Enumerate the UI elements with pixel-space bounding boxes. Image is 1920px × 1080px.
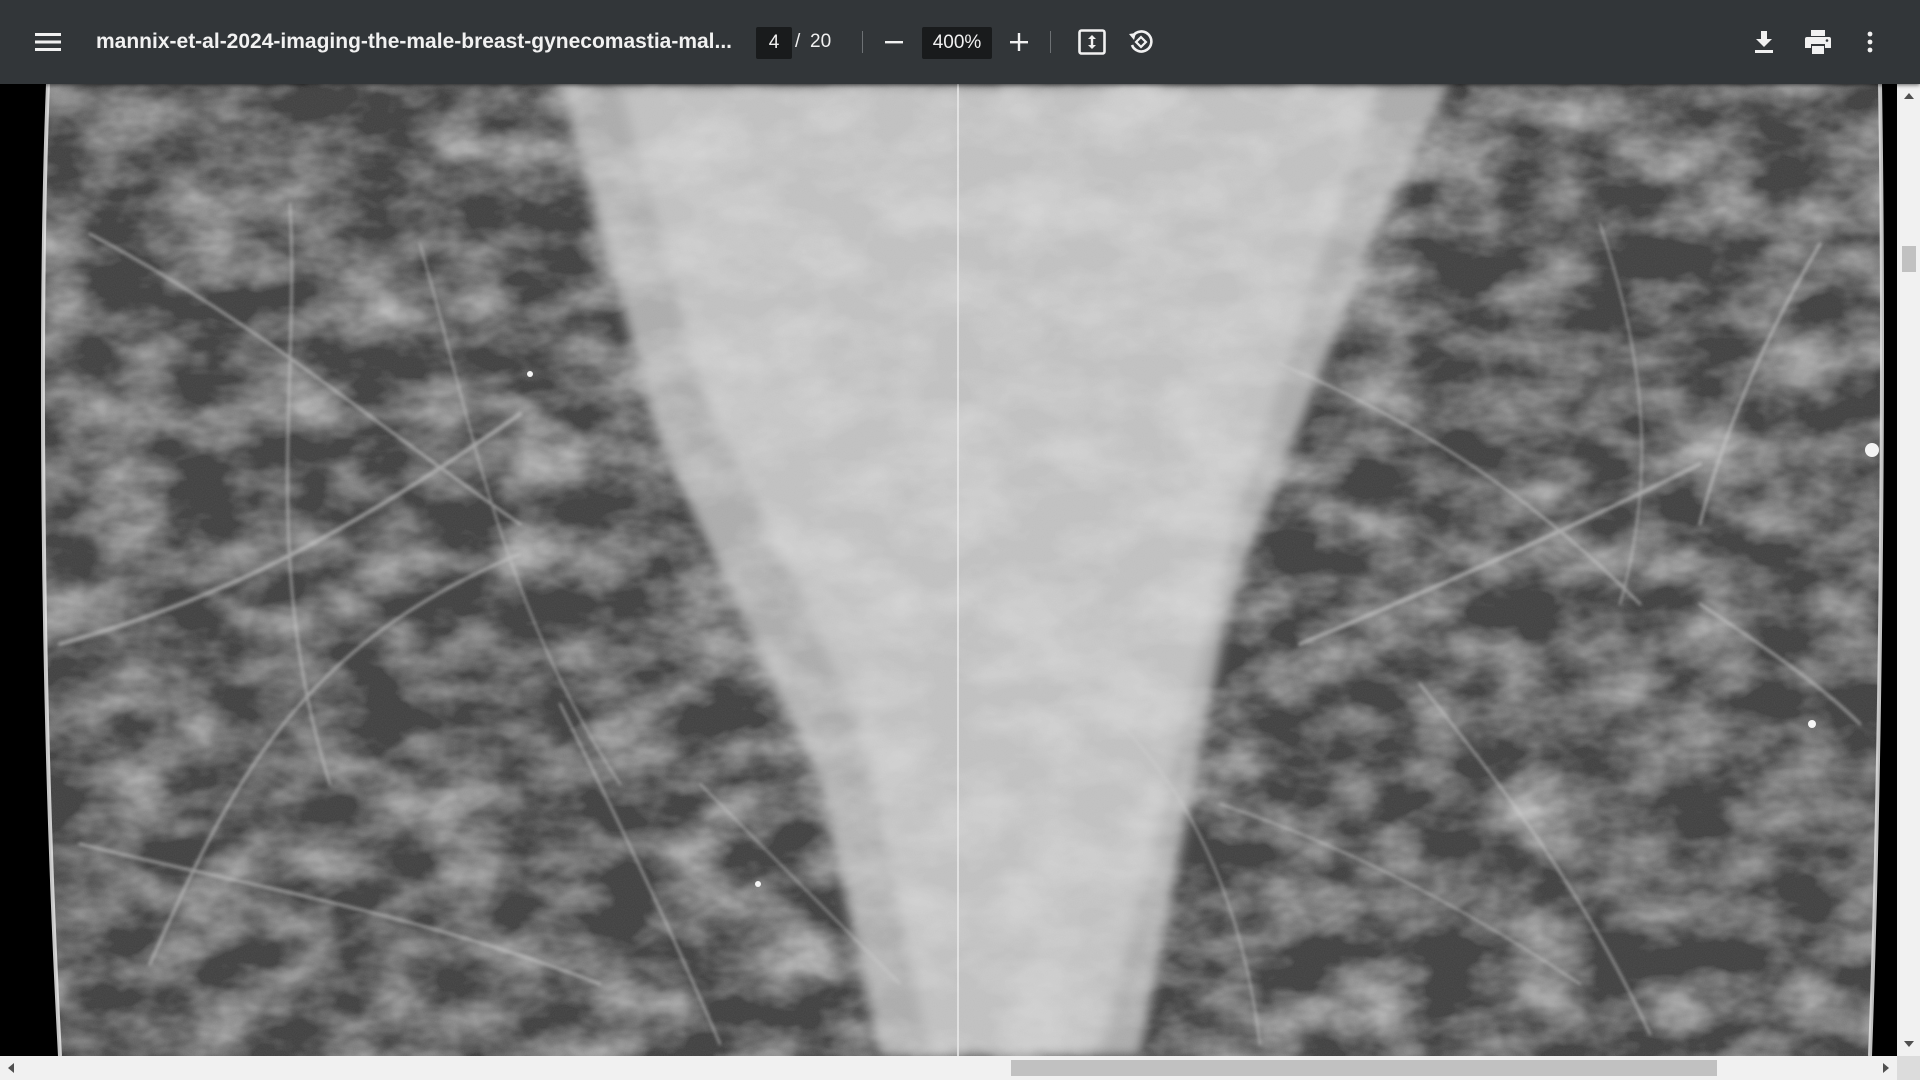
horizontal-scroll-thumb[interactable]: [1011, 1060, 1717, 1076]
mammogram-image: [0, 84, 1897, 1056]
print-icon[interactable]: [1794, 18, 1842, 66]
toolbar-divider: [862, 31, 863, 53]
more-vertical-icon[interactable]: [1846, 18, 1894, 66]
page-number-input[interactable]: [756, 27, 792, 59]
document-title: mannix-et-al-2024-imaging-the-male-breas…: [96, 30, 733, 53]
minus-icon[interactable]: [870, 18, 918, 66]
scroll-right-arrow-icon[interactable]: [1883, 1063, 1889, 1073]
vertical-scrollbar[interactable]: [1897, 84, 1920, 1056]
zoom-level-input[interactable]: [922, 27, 992, 59]
hamburger-menu-icon[interactable]: [24, 18, 72, 66]
plus-icon[interactable]: [995, 18, 1043, 66]
scroll-down-arrow-icon[interactable]: [1904, 1041, 1914, 1047]
download-icon[interactable]: [1740, 18, 1788, 66]
pdf-toolbar: mannix-et-al-2024-imaging-the-male-breas…: [0, 0, 1920, 84]
scroll-up-arrow-icon[interactable]: [1904, 93, 1914, 99]
vertical-scroll-thumb[interactable]: [1902, 246, 1916, 272]
total-pages: 20: [810, 31, 832, 52]
fit-to-page-icon[interactable]: [1068, 18, 1116, 66]
scrollbar-corner: [1897, 1056, 1920, 1080]
scroll-left-arrow-icon[interactable]: [8, 1063, 14, 1073]
rotate-counterclockwise-icon[interactable]: [1117, 18, 1165, 66]
page-separator: /: [795, 31, 801, 52]
document-viewer[interactable]: [0, 84, 1897, 1056]
horizontal-scrollbar[interactable]: [0, 1056, 1897, 1080]
toolbar-divider: [1050, 31, 1051, 53]
